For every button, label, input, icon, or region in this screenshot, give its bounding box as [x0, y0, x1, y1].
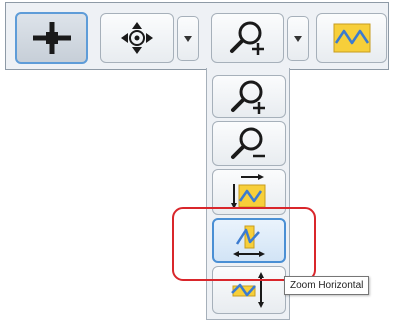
zoom-in-icon [231, 80, 265, 114]
pan-options-dropdown[interactable] [177, 16, 199, 61]
crosshair-icon [32, 22, 71, 54]
dropdown-arrow-icon [294, 35, 302, 42]
pan-tool-button[interactable] [100, 13, 174, 63]
zoom-menu [206, 68, 290, 320]
dropdown-arrow-icon [184, 35, 192, 42]
zoom-in-icon [229, 21, 264, 55]
chart-view-button[interactable] [316, 13, 387, 63]
waveform-chart-icon [333, 23, 370, 53]
highlight-annotation [172, 207, 316, 281]
zoom-tool-button[interactable] [211, 13, 284, 63]
app-stage: Zoom Horizontal [0, 0, 393, 321]
pointer-tool-button[interactable] [15, 12, 88, 64]
pan-arrows-icon [121, 22, 153, 54]
toolbar [5, 2, 389, 70]
zoom-out-menu-item[interactable] [212, 121, 286, 166]
zoom-out-icon [231, 127, 265, 159]
tooltip: Zoom Horizontal [284, 276, 370, 295]
zoom-box-icon [231, 174, 266, 209]
zoom-options-dropdown[interactable] [287, 16, 309, 61]
zoom-in-menu-item[interactable] [212, 75, 286, 118]
